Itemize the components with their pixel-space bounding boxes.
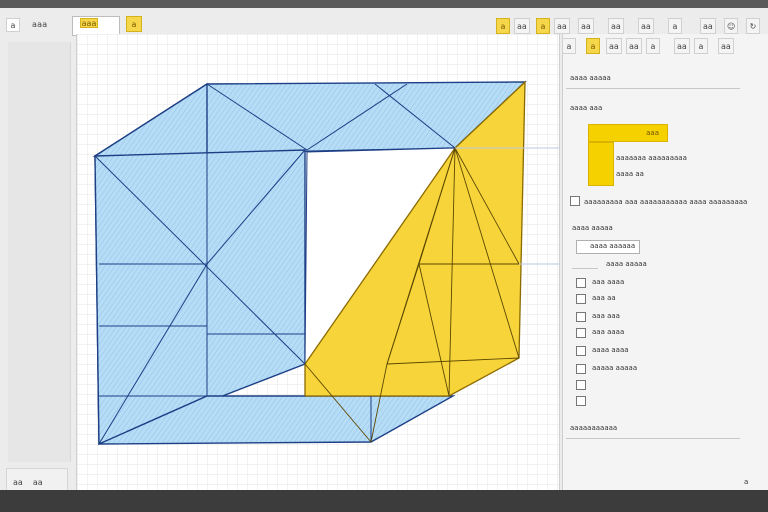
panel-tab-5[interactable]: a [646, 38, 660, 54]
panel-tab-3[interactable]: aa [606, 38, 622, 54]
section-title-1: aaaa aaaaa [570, 74, 611, 82]
checkbox-5[interactable] [576, 328, 586, 338]
yellow-swatch-tall[interactable] [588, 142, 614, 186]
swatch-desc-1: aaaaaaa aaaaaaaaa [616, 154, 687, 162]
checkbox-9[interactable] [576, 396, 586, 406]
toggle-checkbox[interactable] [570, 196, 580, 206]
checkbox-7[interactable] [576, 364, 586, 374]
toggle-label: aaaaaaaaa aaa aaaaaaaaaaa aaaa aaaaaaaaa [584, 198, 748, 206]
panel-tab-7[interactable]: a [694, 38, 708, 54]
option-5: aaa aaaa [592, 328, 625, 336]
panel-corner-label: a [744, 478, 749, 486]
view-icon[interactable]: a [668, 18, 682, 34]
swatch-desc-2: aaaa aa [616, 170, 644, 178]
face-icon[interactable]: aa [700, 18, 716, 34]
pen-icon[interactable]: aa [608, 18, 624, 34]
left-button-1[interactable]: aa [13, 478, 23, 487]
link-icon[interactable]: aa [578, 18, 594, 34]
lock-icon[interactable]: a [496, 18, 510, 34]
geometry-figure [77, 34, 559, 490]
settings-icon[interactable]: aa [638, 18, 654, 34]
user-icon[interactable]: ☺ [724, 18, 739, 34]
yellow-swatch-label: aaa [646, 129, 659, 137]
panel-tab-8[interactable]: aa [718, 38, 734, 54]
panel-tab-4[interactable]: aa [626, 38, 642, 54]
footer-title: aaaaaaaaaaa [570, 424, 618, 432]
option-4: aaa aaa [592, 312, 620, 320]
yellow-tool-button[interactable]: a [126, 16, 142, 32]
status-bar [0, 490, 768, 512]
option-6: aaaa aaaa [592, 346, 629, 354]
panel-tab-2[interactable]: a [586, 38, 600, 54]
option-0: aaaa aaaaaa [590, 242, 636, 250]
section-title-2: aaaa aaa [570, 104, 603, 112]
drawing-canvas[interactable] [76, 34, 560, 490]
divider-3 [566, 438, 740, 439]
section-title-3: aaaa aaaaa [572, 224, 613, 232]
text-icon[interactable]: aa [514, 18, 530, 34]
yellow-swatch[interactable]: aaa [588, 124, 668, 142]
option-1: aaaa aaaaa [606, 260, 647, 268]
checkbox-8[interactable] [576, 380, 586, 390]
divider-2 [572, 268, 598, 269]
panel-tab-1[interactable]: a [562, 38, 576, 54]
left-panel [8, 42, 71, 462]
option-3: aaa aa [592, 294, 616, 302]
divider-1 [566, 88, 740, 89]
checkbox-3[interactable] [576, 294, 586, 304]
option-2: aaa aaaa [592, 278, 625, 286]
panel-tab-row: a a aa aa a aa a aa [562, 38, 768, 56]
left-button-2[interactable]: aa [33, 478, 43, 487]
checkbox-6[interactable] [576, 346, 586, 356]
grid-icon[interactable]: aa [554, 18, 570, 34]
note-icon[interactable]: a [536, 18, 550, 34]
checkbox-4[interactable] [576, 312, 586, 322]
panel-tab-6[interactable]: aa [674, 38, 690, 54]
highlight-button[interactable]: aaa [80, 18, 98, 28]
refresh-icon[interactable]: ↻ [746, 18, 760, 34]
checkbox-2[interactable] [576, 278, 586, 288]
option-7: aaaaa aaaaa [592, 364, 638, 372]
toolbar-label: aaa [32, 20, 48, 29]
properties-panel [562, 34, 768, 490]
menu-icon[interactable]: a [6, 18, 20, 32]
